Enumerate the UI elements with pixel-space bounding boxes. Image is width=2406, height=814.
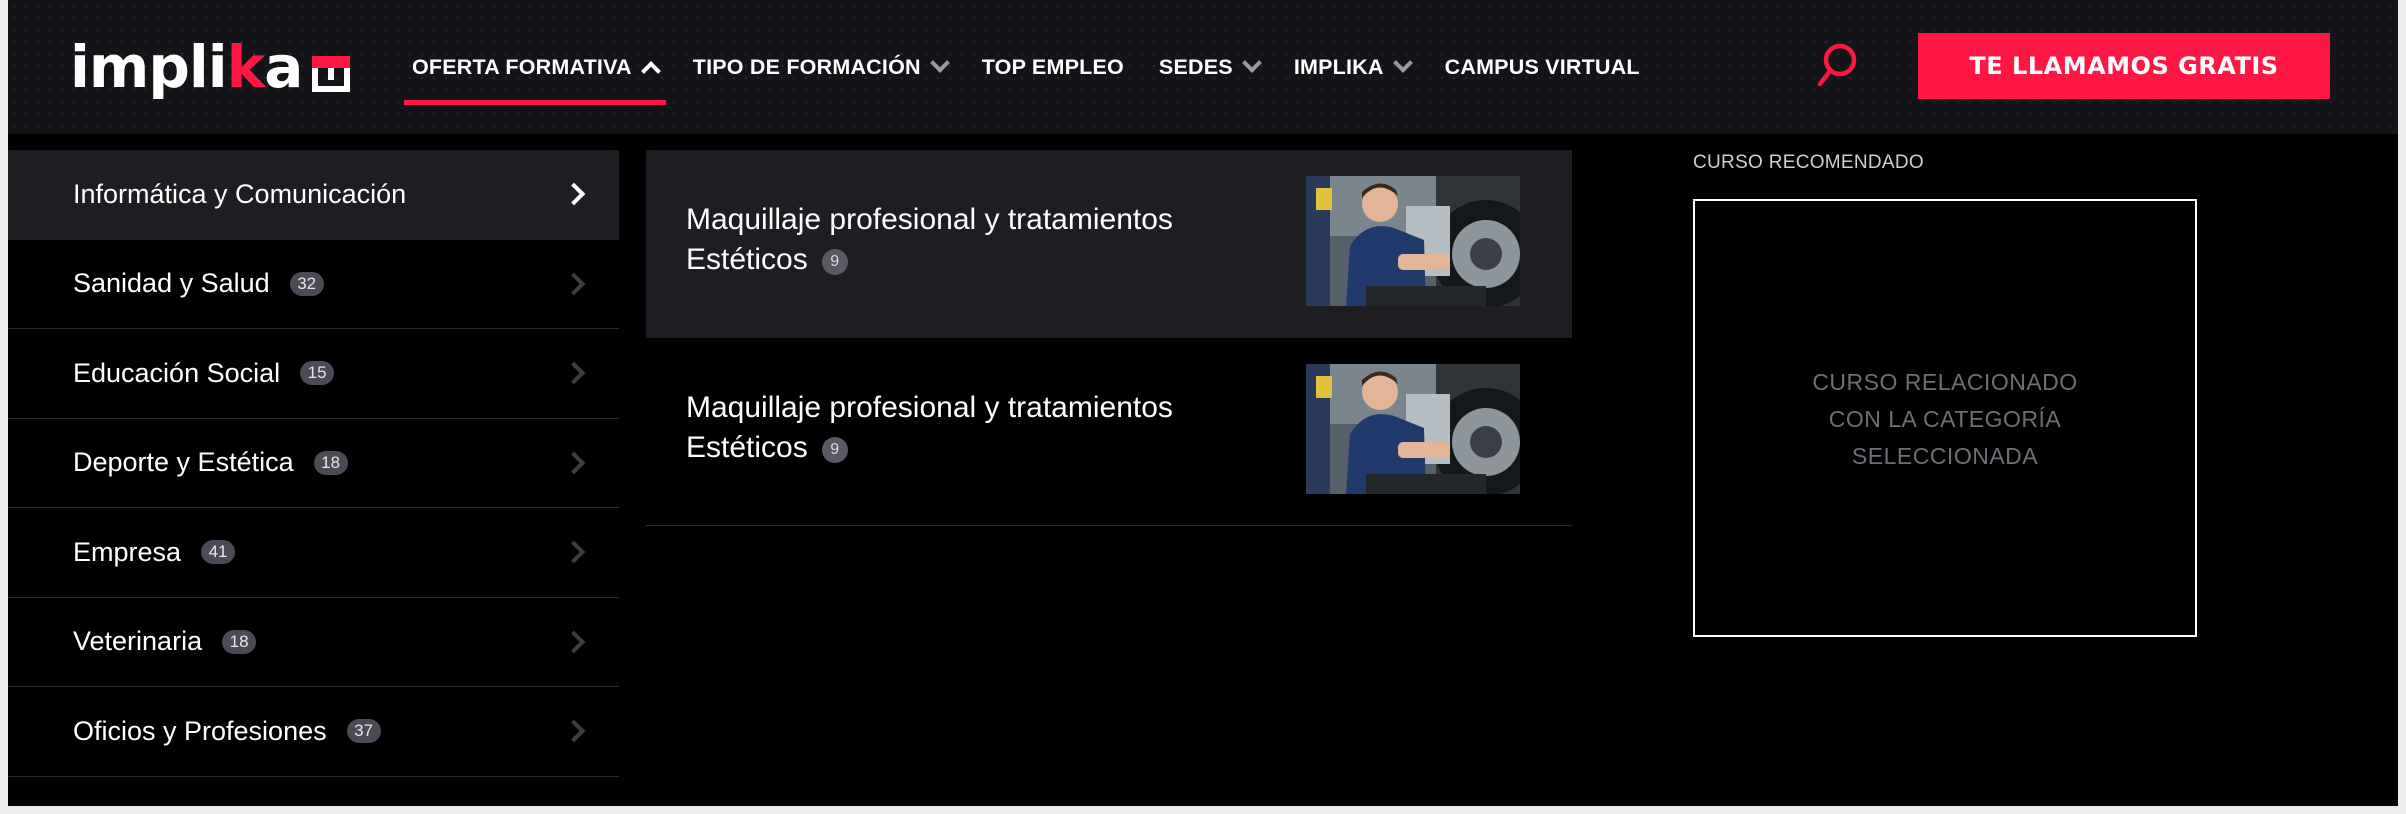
mega-menu-frame: implika OFERTA FORMATIVA TIPO DE FORMACIÓ… (8, 0, 2398, 806)
category-count-badge: 18 (313, 450, 348, 475)
nav-item-label: OFERTA FORMATIVA (412, 54, 632, 79)
nav-item-label: CAMPUS VIRTUAL (1444, 54, 1640, 79)
category-count-badge: 37 (346, 719, 381, 744)
nav-item-top-empleo[interactable]: TOP EMPLEO (974, 0, 1132, 134)
search-icon[interactable] (1814, 40, 1862, 92)
chevron-right-icon (562, 540, 586, 564)
nav-item-campus-virtual[interactable]: CAMPUS VIRTUAL (1437, 0, 1648, 134)
category-item[interactable]: Sanidad y Salud 32 (8, 240, 619, 329)
category-item[interactable]: Informática y Comunicación (8, 150, 619, 240)
category-label: Deporte y Estética (73, 447, 294, 478)
course-item[interactable]: Maquillaje profesional y tratamientos Es… (646, 150, 1572, 338)
main-nav: OFERTA FORMATIVA TIPO DE FORMACIÓN TOP EMP… (404, 0, 1667, 134)
nav-item-label: TOP EMPLEO (981, 54, 1124, 79)
logo-mark-icon (312, 56, 351, 92)
nav-item-implika[interactable]: IMPLIKA (1286, 0, 1418, 134)
site-header: implika OFERTA FORMATIVA TIPO DE FORMACIÓ… (8, 0, 2398, 134)
course-item[interactable]: Maquillaje profesional y tratamientos Es… (646, 338, 1572, 526)
course-list: Maquillaje profesional y tratamientos Es… (646, 150, 1572, 526)
chevron-down-icon (1241, 53, 1262, 73)
placeholder-line: CON LA CATEGORÍA (1828, 406, 2062, 432)
category-count-badge: 32 (289, 271, 324, 296)
chevron-right-icon (562, 361, 586, 385)
category-count-badge: 18 (222, 629, 257, 654)
category-label: Sanidad y Salud (73, 268, 270, 299)
chevron-right-icon (562, 272, 586, 295)
category-label: Empresa (73, 536, 182, 567)
chevron-up-icon (640, 61, 661, 81)
category-item[interactable]: Veterinaria 18 (8, 598, 619, 687)
chevron-down-icon (929, 53, 950, 73)
chevron-right-icon (562, 451, 586, 474)
category-item[interactable]: Oficios y Profesiones 37 (8, 687, 619, 777)
recommended-placeholder: CURSO RELACIONADO CON LA CATEGORÍA SELEC… (1695, 364, 2195, 475)
recommended-course-card[interactable]: CURSO RELACIONADO CON LA CATEGORÍA SELEC… (1693, 199, 2197, 637)
category-item[interactable]: Deporte y Estética 18 (8, 419, 619, 508)
category-count-badge: 41 (201, 540, 236, 565)
nav-item-label: TIPO DE FORMACIÓN (692, 54, 921, 79)
implika-logo[interactable]: implika (70, 30, 351, 104)
chevron-right-icon (562, 182, 586, 206)
course-thumbnail[interactable] (1306, 176, 1520, 306)
course-title-text: Maquillaje profesional y tratamientos Es… (686, 203, 1173, 276)
category-count-badge: 15 (300, 361, 335, 386)
category-label: Educación Social (73, 357, 281, 388)
course-title: Maquillaje profesional y tratamientos Es… (686, 388, 1246, 468)
placeholder-line: SELECCIONADA (1851, 443, 2039, 469)
category-list: Informática y Comunicación Sanidad y Salu… (8, 150, 619, 777)
course-title: Maquillaje profesional y tratamientos Es… (686, 200, 1246, 280)
category-item[interactable]: Educación Social 15 (8, 329, 619, 419)
course-count-badge: 9 (821, 437, 848, 463)
course-title-text: Maquillaje profesional y tratamientos Es… (686, 391, 1173, 464)
chevron-right-icon (562, 719, 586, 743)
category-item[interactable]: Empresa 41 (8, 508, 619, 598)
logo-wordmark: implika (70, 33, 303, 101)
recommended-label: CURSO RECOMENDADO (1693, 152, 1925, 173)
nav-item-label: IMPLIKA (1293, 54, 1384, 79)
category-label: Oficios y Profesiones (73, 715, 327, 746)
chevron-right-icon (562, 630, 586, 653)
course-count-badge: 9 (821, 249, 848, 275)
nav-item-tipo-de-formaci-n[interactable]: TIPO DE FORMACIÓN (685, 0, 955, 134)
nav-item-sedes[interactable]: SEDES (1151, 0, 1267, 134)
chevron-down-icon (1392, 53, 1413, 73)
nav-item-oferta-formativa[interactable]: OFERTA FORMATIVA (404, 0, 666, 134)
course-thumbnail[interactable] (1306, 364, 1520, 494)
call-me-button[interactable]: TE LLAMAMOS GRATIS (1918, 33, 2330, 99)
nav-item-label: SEDES (1158, 54, 1233, 79)
category-label: Veterinaria (73, 626, 203, 657)
category-label: Informática y Comunicación (73, 178, 407, 209)
placeholder-line: CURSO RELACIONADO (1812, 369, 2078, 395)
